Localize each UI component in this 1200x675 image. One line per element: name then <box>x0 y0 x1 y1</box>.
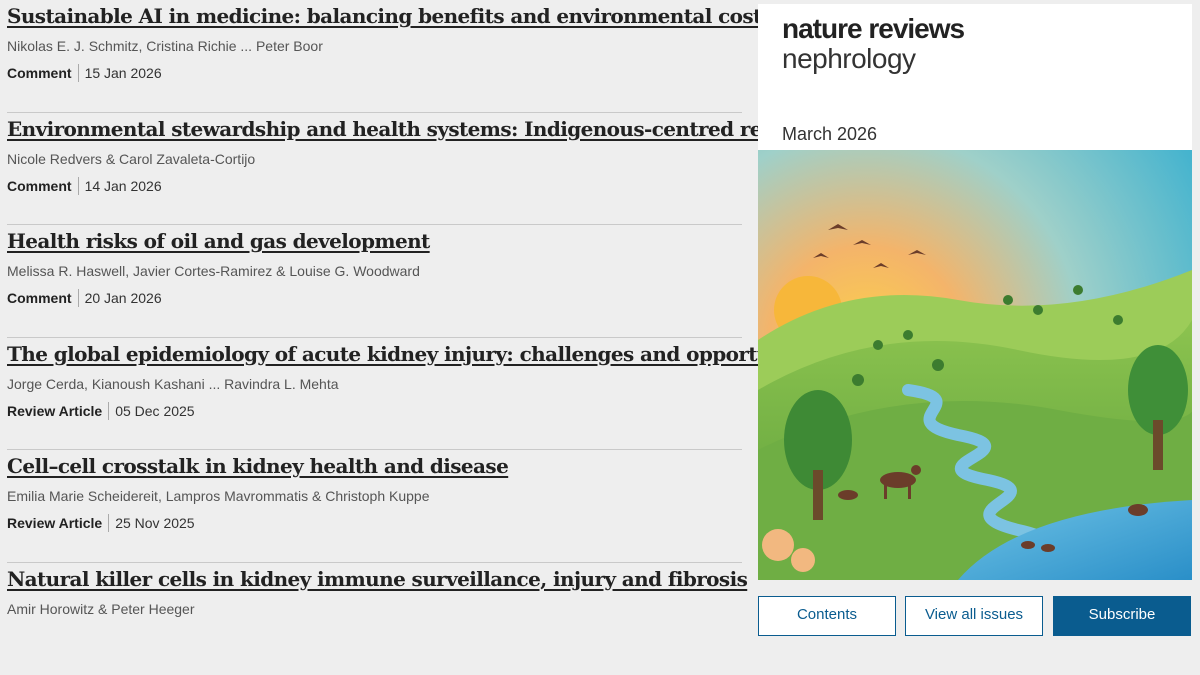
article-authors: Melissa R. Haswell, Javier Cortes-Ramire… <box>7 262 742 280</box>
article-date: 25 Nov 2025 <box>109 514 194 532</box>
list-item: The global epidemiology of acute kidney … <box>7 338 742 451</box>
journal-brand-subject: nephrology <box>782 44 964 74</box>
contents-button[interactable]: Contents <box>758 596 896 636</box>
article-type: Comment <box>7 64 79 82</box>
journal-cover[interactable]: nature reviews nephrology March 2026 <box>758 4 1192 580</box>
article-title-link[interactable]: Environmental stewardship and health sys… <box>7 116 854 142</box>
list-item: Cell–cell crosstalk in kidney health and… <box>7 450 742 563</box>
article-type: Comment <box>7 289 79 307</box>
article-meta: Comment 15 Jan 2026 <box>7 64 742 82</box>
article-type: Comment <box>7 177 79 195</box>
cover-issue-date: March 2026 <box>782 124 877 145</box>
article-title-link[interactable]: Health risks of oil and gas development <box>7 228 430 254</box>
article-list: Sustainable AI in medicine: balancing be… <box>7 0 742 675</box>
journal-brand-name: nature reviews <box>782 14 964 44</box>
list-item: Natural killer cells in kidney immune su… <box>7 563 742 675</box>
list-item: Sustainable AI in medicine: balancing be… <box>7 0 742 113</box>
article-date: 20 Jan 2026 <box>79 289 162 307</box>
article-authors: Emilia Marie Scheidereit, Lampros Mavrom… <box>7 487 742 505</box>
article-title-link[interactable]: Cell–cell crosstalk in kidney health and… <box>7 453 508 479</box>
article-meta: Comment 14 Jan 2026 <box>7 177 742 195</box>
article-authors: Nikolas E. J. Schmitz, Cristina Richie .… <box>7 37 742 55</box>
cover-illustration <box>758 150 1192 580</box>
article-authors: Amir Horowitz & Peter Heeger <box>7 600 742 618</box>
list-item: Health risks of oil and gas development … <box>7 225 742 338</box>
article-meta: Review Article 05 Dec 2025 <box>7 402 742 420</box>
article-date: 05 Dec 2025 <box>109 402 194 420</box>
view-all-issues-button[interactable]: View all issues <box>905 596 1043 636</box>
article-title-link[interactable]: Natural killer cells in kidney immune su… <box>7 566 747 592</box>
article-authors: Jorge Cerda, Kianoush Kashani ... Ravind… <box>7 375 742 393</box>
article-type: Review Article <box>7 402 109 420</box>
article-type: Review Article <box>7 514 109 532</box>
subscribe-button[interactable]: Subscribe <box>1053 596 1191 636</box>
journal-logo: nature reviews nephrology <box>782 14 964 74</box>
article-authors: Nicole Redvers & Carol Zavaleta-Cortijo <box>7 150 742 168</box>
list-item: Environmental stewardship and health sys… <box>7 113 742 226</box>
article-date: 15 Jan 2026 <box>79 64 162 82</box>
article-meta: Review Article 25 Nov 2025 <box>7 514 742 532</box>
article-title-link[interactable]: Sustainable AI in medicine: balancing be… <box>7 3 772 29</box>
article-date: 14 Jan 2026 <box>79 177 162 195</box>
article-title-link[interactable]: The global epidemiology of acute kidney … <box>7 341 830 367</box>
article-meta: Comment 20 Jan 2026 <box>7 289 742 307</box>
